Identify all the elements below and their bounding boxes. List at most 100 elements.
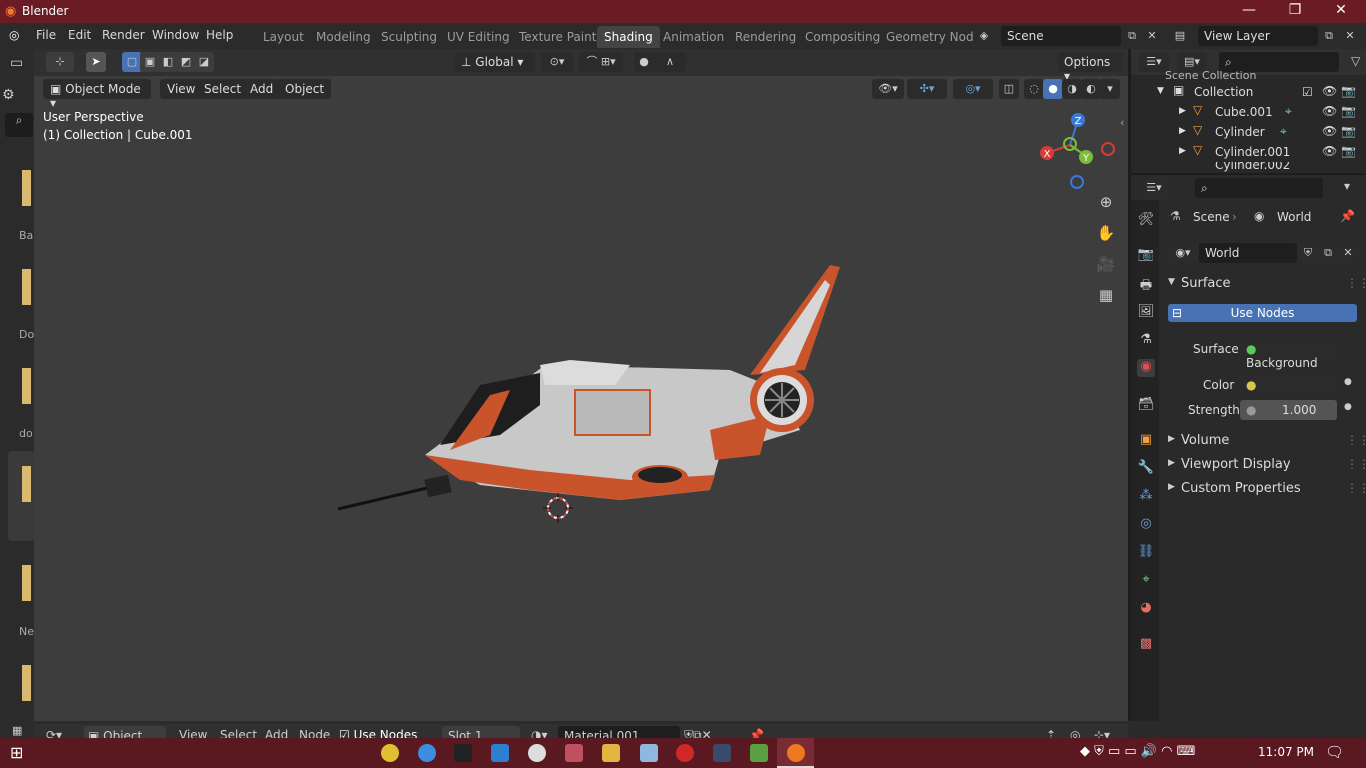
properties-search-input[interactable]: ⌕ — [1195, 178, 1323, 198]
rendered-shading-icon[interactable]: ◐ — [1081, 79, 1101, 99]
terminal-icon[interactable] — [454, 744, 472, 762]
file-thumbnail[interactable] — [22, 368, 31, 404]
shading-options-icon[interactable]: ▾ — [1100, 79, 1120, 99]
file-thumbnail[interactable] — [22, 565, 31, 601]
scene-browse-icon[interactable]: ◈ — [974, 26, 994, 46]
material-actions-icon[interactable]: ⛨⧉✕ — [684, 728, 712, 738]
custom-properties-panel-header[interactable]: Custom Properties — [1181, 481, 1301, 496]
eye-icon[interactable]: 👁 — [1322, 124, 1337, 138]
maximize-button[interactable]: ❐ — [1272, 2, 1318, 18]
use-nodes-button[interactable]: ⊟ Use Nodes — [1168, 304, 1357, 322]
node-overlay-icon[interactable]: ⊹▾ — [1094, 728, 1110, 738]
eye-icon[interactable]: 👁 — [1322, 144, 1337, 158]
expand-arrow-icon[interactable]: ▶ — [1179, 126, 1186, 136]
notepad-icon[interactable] — [640, 744, 658, 762]
menu-help[interactable]: Help — [206, 28, 233, 42]
menu-file[interactable]: File — [36, 28, 56, 42]
select-tool-icon[interactable]: ➤ — [86, 52, 106, 72]
physics-tab-icon[interactable]: ◎ — [1137, 516, 1155, 534]
keyframe-dot-icon[interactable]: ● — [1344, 402, 1352, 412]
node-editor-menu-icon[interactable]: ⟳▾ — [46, 728, 62, 738]
color-field[interactable]: ● — [1240, 375, 1337, 395]
delete-view-layer-icon[interactable]: ✕ — [1340, 26, 1360, 46]
slot-dropdown[interactable]: Slot 1 — [442, 726, 520, 738]
file-thumbnail[interactable] — [22, 170, 31, 206]
options-dropdown[interactable]: Options ▾ — [1058, 52, 1122, 83]
camera-icon[interactable]: 📷 — [1341, 84, 1356, 98]
file-explorer-icon[interactable] — [602, 744, 620, 762]
outliner-row-cube[interactable]: ▶ ▽ Cube.001 ⌖ 👁 📷 — [1131, 102, 1366, 122]
world-name-field[interactable]: World — [1199, 243, 1297, 263]
tab-sculpting[interactable]: Sculpting — [374, 26, 444, 48]
outliner-row-cylinder-001[interactable]: ▶ ▽ Cylinder.001 👁 📷 — [1131, 142, 1366, 162]
tool-icon[interactable]: ⚙ — [2, 87, 15, 103]
world-tab-icon[interactable]: ◉ — [1137, 359, 1155, 377]
material-name-field[interactable]: Material.001 — [558, 726, 680, 738]
hand-pan-icon[interactable]: ✋ — [1095, 224, 1117, 246]
tab-layout[interactable]: Layout — [256, 26, 311, 48]
material-preview-icon[interactable]: ◑ — [1062, 79, 1082, 99]
select-mode-intersect-icon[interactable]: ◪ — [194, 52, 214, 72]
chrome-alt-icon[interactable] — [418, 744, 436, 762]
solid-shading-icon[interactable]: ● — [1043, 79, 1063, 99]
object-tab-icon[interactable]: ▣ — [1137, 432, 1155, 450]
ortho-grid-icon[interactable]: ▦ — [1095, 286, 1117, 308]
object-mode-dropdown[interactable]: ▣ Object Mode ▾ — [43, 79, 151, 110]
viewport-display-arrow-icon[interactable]: ▶ — [1168, 458, 1175, 468]
snapping-icon[interactable]: ⌒ ⊞▾ — [579, 52, 623, 72]
select-mode-new-icon[interactable]: ▢ — [122, 52, 142, 72]
node-snap-icon[interactable]: ◎ — [1070, 728, 1080, 738]
minimize-button[interactable]: — — [1226, 2, 1272, 18]
eye-icon[interactable]: 👁 — [1322, 104, 1337, 118]
scene-field[interactable]: Scene — [1001, 26, 1121, 46]
node-editor-type-icon[interactable]: ▦ — [12, 724, 22, 737]
tab-geometry-nodes[interactable]: Geometry Nod — [879, 26, 981, 48]
keyframe-dot-icon[interactable]: ● — [1344, 377, 1352, 387]
mesh-data-icon[interactable]: ⌖ — [1280, 124, 1287, 139]
texture-tab-icon[interactable]: ▩ — [1137, 636, 1155, 654]
output-tab-icon[interactable]: 🖶 — [1137, 276, 1155, 294]
app-icon[interactable] — [565, 744, 583, 762]
unity-icon[interactable] — [528, 744, 546, 762]
panel-drag-handle-icon[interactable]: ⋮⋮ — [1346, 276, 1366, 290]
tab-animation[interactable]: Animation — [656, 26, 731, 48]
node-menu-node[interactable]: Node — [299, 728, 330, 738]
notifications-icon[interactable]: 🗨 — [1325, 743, 1344, 761]
panel-drag-handle-icon[interactable]: ⋮⋮ — [1346, 433, 1366, 447]
search-icon[interactable]: ⌕ — [5, 113, 33, 137]
file-thumbnail[interactable] — [22, 466, 31, 502]
menu-select[interactable]: Select — [197, 79, 249, 99]
expand-arrow-icon[interactable]: ▶ — [1179, 146, 1186, 156]
tab-shading[interactable]: Shading — [597, 26, 660, 48]
taskbar-blender-active[interactable] — [777, 738, 814, 768]
viewport-display-panel-header[interactable]: Viewport Display — [1181, 457, 1291, 472]
new-view-layer-icon[interactable]: ⧉ — [1319, 26, 1339, 46]
volume-panel-header[interactable]: Volume — [1181, 433, 1229, 448]
file-thumbnail[interactable] — [22, 665, 31, 701]
xray-toggle-icon[interactable]: ◫ — [999, 79, 1019, 99]
close-button[interactable]: ✕ — [1318, 2, 1364, 18]
eye-icon[interactable]: 👁 — [1322, 84, 1337, 98]
unlink-world-icon[interactable]: ✕ — [1338, 243, 1358, 263]
panel-drag-handle-icon[interactable]: ⋮⋮ — [1346, 481, 1366, 495]
menu-object[interactable]: Object — [278, 79, 332, 99]
clock[interactable]: 11:07 PM — [1258, 745, 1314, 759]
material-tab-icon[interactable]: ◕ — [1137, 600, 1155, 618]
windows-start-icon[interactable]: ⊞ — [10, 743, 23, 762]
camera-icon[interactable]: 📷 — [1341, 144, 1356, 158]
node-pin-icon[interactable]: 📌 — [749, 728, 764, 738]
zoom-icon[interactable]: ⊕ — [1095, 193, 1117, 215]
blender-menu-icon[interactable]: ◎ — [9, 28, 19, 42]
visibility-icon[interactable]: 👁▾ — [872, 79, 904, 99]
tab-compositing[interactable]: Compositing — [798, 26, 887, 48]
pivot-point-icon[interactable]: ⊙▾ — [541, 52, 573, 72]
powershell-icon[interactable] — [713, 744, 731, 762]
data-tab-icon[interactable]: ⌖ — [1137, 572, 1155, 590]
transform-orientation-dropdown[interactable]: ⊥ Global ▾ — [455, 52, 535, 72]
falloff-icon[interactable]: ∧ — [654, 52, 686, 72]
use-nodes-checkbox[interactable]: ☑ Use Nodes — [339, 728, 417, 738]
menu-add[interactable]: Add — [243, 79, 281, 99]
select-mode-extend-icon[interactable]: ▣ — [140, 52, 160, 72]
camera-icon[interactable]: 📷 — [1341, 124, 1356, 138]
view-layer-tab-icon[interactable]: 🖼 — [1137, 304, 1155, 322]
